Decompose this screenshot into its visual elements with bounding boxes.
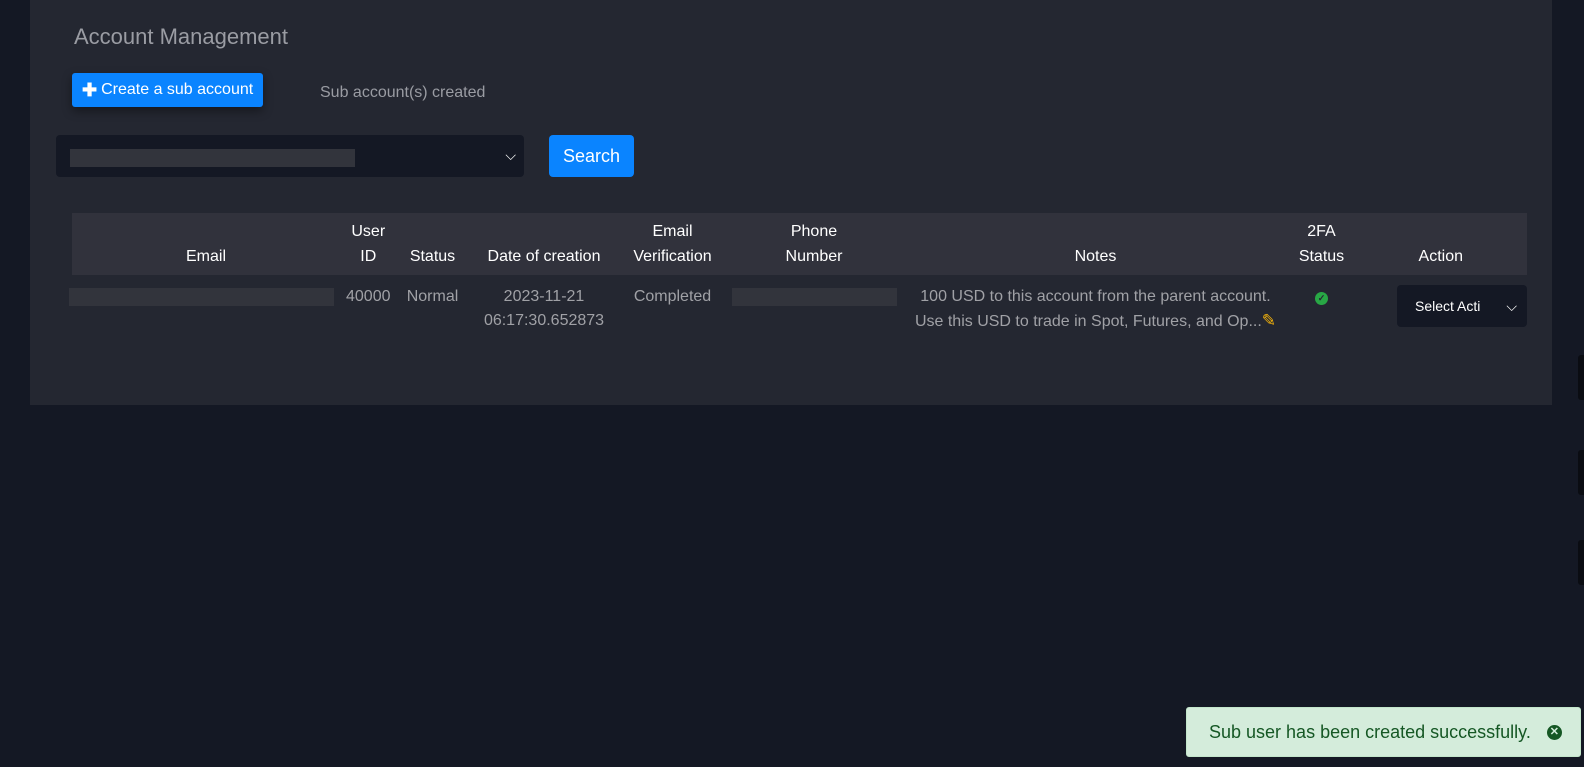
header-notes: Notes xyxy=(1074,248,1117,265)
chevron-down-icon: ⌵ xyxy=(1506,298,1517,314)
cell-phone xyxy=(726,275,903,344)
cell-2fa-status: ✓ xyxy=(1289,275,1355,344)
check-circle-icon: ✓ xyxy=(1315,292,1328,305)
sub-account-count-label: Sub account(s) created xyxy=(320,84,486,101)
header-2fa-status: 2FA Status xyxy=(1298,223,1345,265)
header-status: Status xyxy=(409,248,456,265)
header-email-verification: Email Verification xyxy=(633,223,712,265)
header-user-id: User ID xyxy=(351,223,386,265)
account-management-panel: Account Management ✚ Create a sub accoun… xyxy=(30,0,1552,405)
plus-icon: ✚ xyxy=(82,79,98,100)
redacted-email xyxy=(69,288,334,306)
redacted-select-value xyxy=(70,149,355,167)
toast-message: Sub user has been created successfully. xyxy=(1209,721,1531,742)
create-sub-account-button[interactable]: ✚ Create a sub account xyxy=(72,73,264,107)
create-sub-account-label: Create a sub account xyxy=(101,81,254,98)
side-tab-edge[interactable] xyxy=(1578,540,1584,585)
table-header-row: Email User ID Status Date of creation Ema… xyxy=(72,213,1527,275)
select-action-label: Select Acti xyxy=(1415,298,1481,314)
select-action-dropdown[interactable]: Select Acti ⌵ xyxy=(1397,285,1527,327)
page-title: Account Management xyxy=(74,24,289,49)
edit-notes-icon[interactable]: ✎ xyxy=(1262,311,1276,330)
cell-user-id: 40000 xyxy=(346,288,391,305)
cell-action: Select Acti ⌵ xyxy=(1355,275,1527,344)
sub-account-select[interactable]: ⌵ xyxy=(56,135,524,177)
cell-status: Normal xyxy=(406,288,459,305)
side-tab-edge[interactable] xyxy=(1578,450,1584,495)
table-row: 40000 Normal 2023-11-21 06:17:30.652873 C… xyxy=(69,275,1527,344)
cell-notes: 100 USD to this account from the parent … xyxy=(903,275,1289,344)
side-tab-edge[interactable] xyxy=(1578,355,1584,400)
cell-date: 2023-11-21 06:17:30.652873 xyxy=(483,288,605,329)
sub-accounts-table: Email User ID Status Date of creation Ema… xyxy=(69,213,1527,344)
header-date: Date of creation xyxy=(487,248,601,265)
chevron-down-icon: ⌵ xyxy=(505,147,516,163)
notes-text: 100 USD to this account from the parent … xyxy=(914,288,1271,330)
success-toast: Sub user has been created successfully. … xyxy=(1186,707,1581,757)
header-action: Action xyxy=(1418,248,1463,265)
cell-email xyxy=(69,275,340,344)
close-circle-icon[interactable]: ✕ xyxy=(1546,724,1562,740)
search-button[interactable]: Search xyxy=(549,135,634,177)
header-email: Email xyxy=(185,248,226,265)
cell-email-verification: Completed xyxy=(633,288,712,305)
header-phone: Phone Number xyxy=(785,223,843,265)
redacted-phone xyxy=(731,288,897,306)
